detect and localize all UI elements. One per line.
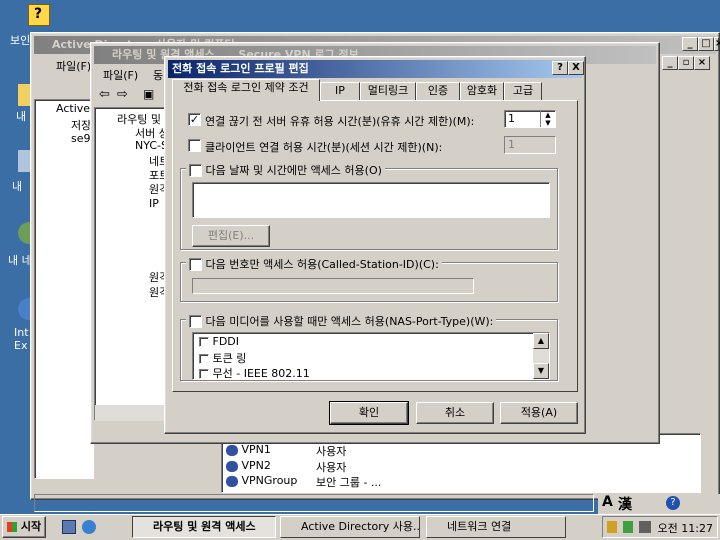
scroll-down-icon[interactable]: ▼ [533,363,549,379]
list-item-name: VPN1 [241,443,271,456]
task-rras[interactable]: 라우팅 및 원격 액세스 [132,516,276,538]
ime-tray-icon[interactable] [639,521,651,533]
quicklaunch-desktop-icon[interactable] [62,520,76,534]
list-item-type: 사용자 [316,461,347,474]
session-timeout-label: 클라이언트 연결 허용 시간(분)(세션 시간 제한)(N): [205,141,443,154]
media-item-label: 무선 - IEEE 802.11 [212,367,310,380]
media-label: 다음 미디어를 사용할 때만 액세스 허용(NAS-Port-Type)(W): [205,315,494,328]
session-timeout-input: 1 [504,136,556,154]
status-bar [34,494,594,512]
ad-menu-file[interactable]: 파일(F) [56,58,91,74]
media-list[interactable]: FDDI 토큰 링 무선 - IEEE 802.11 ▲ ▼ [192,332,550,380]
idle-timeout-checkbox[interactable]: ✓ [188,113,201,126]
tab-dialin-constraints[interactable]: 전화 접속 로그인 제약 조건 [172,79,320,101]
user-icon [226,460,238,472]
called-station-label: 다음 번호만 액세스 허용(Called-Station-ID)(C): [205,258,439,271]
rras-menu-action[interactable]: 동 [153,67,163,83]
media-item-checkbox[interactable] [199,337,209,347]
tab-multilink[interactable]: 멀티링크 [360,82,416,100]
lang-a-icon[interactable]: A [602,494,613,510]
called-station-legend: 다음 번호만 액세스 허용(Called-Station-ID)(C): [186,256,442,271]
daytime-checkbox[interactable] [189,163,202,177]
desktop-icon-help[interactable]: ? [28,4,50,26]
group-icon [226,475,238,487]
start-button[interactable]: 시작 [2,516,46,538]
language-bar[interactable]: A 漢 ? [598,494,720,514]
system-tray: 오전 11:27 [602,516,718,538]
close-button[interactable]: X [568,61,584,75]
media-checkbox[interactable] [189,314,202,328]
ad-tree-root[interactable]: Active [56,102,90,115]
start-label: 시작 [20,520,42,533]
maximize-button[interactable]: □ [698,37,714,51]
list-item-name: VPN2 [241,459,271,472]
edit-button: 편집(E)... [192,225,270,247]
media-legend: 다음 미디어를 사용할 때만 액세스 허용(NAS-Port-Type)(W): [186,313,497,328]
rras-menu-file[interactable]: 파일(F) [103,67,138,83]
user-icon [226,444,238,456]
help-button[interactable]: ? [552,61,568,75]
daytime-legend: 다음 날짜 및 시간에만 액세스 허용(O) [186,162,385,177]
daytime-label: 다음 날짜 및 시간에만 액세스 허용(O) [205,164,382,177]
idle-timeout-spinner[interactable]: ▲ ▼ [540,111,555,127]
inner-close-button[interactable]: × [694,56,710,70]
tab-auth[interactable]: 인증 [416,82,460,100]
list-item-type: 사용자 [316,445,347,458]
media-item[interactable]: FDDI [199,335,239,348]
dialog-titlebar[interactable]: 전화 접속 로그인 프로필 편집 [168,60,582,78]
lang-help-icon[interactable]: ? [666,496,680,510]
desktop-icon-label: 내 [16,110,27,123]
desktop-icon-label: 내 [12,180,23,193]
close-button[interactable]: × [714,37,720,51]
media-item-checkbox[interactable] [199,369,209,379]
scroll-up-icon[interactable]: ▲ [533,333,549,349]
inner-restore-button[interactable]: ▫ [678,56,694,70]
shield-icon[interactable] [607,521,617,533]
ad-tree-item[interactable]: se9 [71,132,91,145]
rras-hscrollbar[interactable] [95,405,165,421]
list-item[interactable]: VPN1 사용자 [226,443,346,458]
task-active-directory[interactable]: Active Directory 사용... [280,516,420,538]
up-folder-icon[interactable]: ▣ [143,87,154,101]
network-tray-icon[interactable] [623,521,633,533]
back-icon[interactable]: ⇦ [99,87,110,102]
task-network[interactable]: 네트워크 연결 [426,516,566,538]
ad-tree-pane[interactable] [34,99,94,479]
tab-advanced[interactable]: 고급 [504,82,542,100]
media-item-label: 토큰 링 [212,352,247,365]
daytime-list[interactable] [192,182,550,218]
ad-tree-item[interactable]: 저장 [71,117,91,133]
media-item-checkbox[interactable] [199,354,209,364]
apply-button[interactable]: 적용(A) [500,402,578,424]
media-item-label: FDDI [212,335,240,348]
list-item[interactable]: VPN2 사용자 [226,459,346,474]
idle-timeout-label: 연결 끊기 전 서버 유휴 허용 시간(분)(유휴 시간 제한)(M): [205,115,475,128]
called-station-checkbox[interactable] [189,257,202,271]
list-item-name: VPNGroup [241,474,298,487]
media-item[interactable]: 무선 - IEEE 802.11 [199,365,310,380]
session-timeout-checkbox[interactable] [188,139,201,152]
desktop-icon-label: 보인 [10,34,31,47]
session-timeout-value: 1 [508,138,515,151]
media-scrollbar[interactable]: ▲ ▼ [533,333,549,379]
media-item[interactable]: 토큰 링 [199,350,246,366]
windows-logo-icon [7,522,17,532]
tab-encryption[interactable]: 암호화 [460,82,504,100]
lang-hanja-icon[interactable]: 漢 [618,494,632,514]
forward-icon[interactable]: ⇨ [117,87,128,102]
cancel-button[interactable]: 취소 [416,402,494,424]
inner-minimize-button[interactable]: _ [662,56,678,70]
dialog-title: 전화 접속 로그인 프로필 편집 [172,62,309,75]
idle-timeout-value: 1 [508,112,515,125]
called-station-input [192,278,474,294]
ok-button[interactable]: 확인 [329,401,409,425]
clock: 오전 11:27 [657,522,713,535]
desktop-icon-label: 내 네 [8,254,32,267]
list-item-type: 보안 그룹 - ... [316,476,382,489]
minimize-button[interactable]: _ [682,37,698,51]
quicklaunch-ie-icon[interactable] [82,520,96,534]
rras-tree-item[interactable]: IP [149,197,159,210]
tab-ip[interactable]: IP [320,82,360,100]
list-item[interactable]: VPNGroup 보안 그룹 - ... [226,474,381,489]
